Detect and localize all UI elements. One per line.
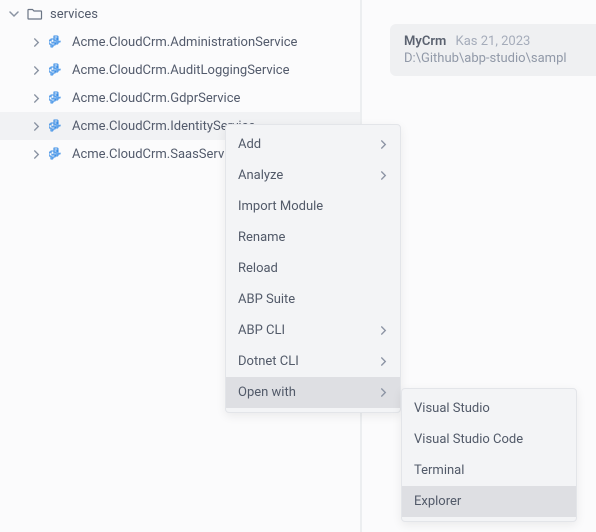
menu-item-label: Dotnet CLI — [238, 354, 299, 369]
module-icon — [48, 33, 66, 51]
chevron-right-icon — [28, 62, 44, 78]
module-icon — [48, 117, 66, 135]
module-icon — [48, 61, 66, 79]
tree-folder-services[interactable]: services — [0, 0, 360, 28]
submenu-item[interactable]: Visual Studio Code — [402, 424, 576, 455]
menu-item-label: Add — [238, 137, 261, 152]
tree-item-label: Acme.CloudCrm.AuditLoggingService — [72, 63, 290, 78]
menu-item[interactable]: Open with — [226, 377, 400, 408]
menu-item-label: ABP Suite — [238, 292, 295, 307]
tree-item-label: Acme.CloudCrm.SaasService — [72, 147, 241, 162]
menu-item[interactable]: ABP Suite — [226, 284, 400, 315]
menu-item[interactable]: Analyze — [226, 160, 400, 191]
menu-item-label: ABP CLI — [238, 323, 285, 338]
menu-item-label: Open with — [238, 385, 296, 400]
submenu-item-label: Visual Studio Code — [414, 432, 523, 447]
module-icon — [48, 89, 66, 107]
context-menu: Add Analyze Import Module Rename Reload ABP S… — [225, 124, 401, 413]
submenu-item-label: Visual Studio — [414, 401, 490, 416]
project-path: D:\Github\abp-studio\sampl — [404, 51, 596, 66]
submenu-item-label: Terminal — [414, 463, 464, 478]
menu-item[interactable]: Dotnet CLI — [226, 346, 400, 377]
tree-item[interactable]: Acme.CloudCrm.AdministrationService — [0, 28, 360, 56]
chevron-right-icon — [28, 118, 44, 134]
menu-item[interactable]: Rename — [226, 222, 400, 253]
chevron-down-icon — [6, 6, 22, 22]
project-card[interactable]: MyCrm Kas 21, 2023 D:\Github\abp-studio\… — [390, 24, 596, 76]
chevron-right-icon — [28, 146, 44, 162]
chevron-right-icon — [379, 386, 388, 400]
tree-item-label: Acme.CloudCrm.AdministrationService — [72, 35, 297, 50]
chevron-right-icon — [379, 355, 388, 369]
submenu-item[interactable]: Terminal — [402, 455, 576, 486]
folder-icon — [26, 5, 44, 23]
project-date: Kas 21, 2023 — [456, 34, 531, 49]
project-info-panel: MyCrm Kas 21, 2023 D:\Github\abp-studio\… — [390, 24, 596, 76]
menu-item[interactable]: Reload — [226, 253, 400, 284]
submenu-item[interactable]: Explorer — [402, 486, 576, 517]
menu-item[interactable]: Import Module — [226, 191, 400, 222]
chevron-right-icon — [28, 34, 44, 50]
menu-item[interactable]: ABP CLI — [226, 315, 400, 346]
context-submenu: Visual Studio Visual Studio Code Terminal E… — [401, 388, 577, 522]
tree-item-label: Acme.CloudCrm.GdprService — [72, 91, 240, 106]
chevron-right-icon — [28, 90, 44, 106]
submenu-item[interactable]: Visual Studio — [402, 393, 576, 424]
tree-folder-label: services — [50, 7, 98, 22]
menu-item-label: Rename — [238, 230, 285, 245]
menu-item-label: Reload — [238, 261, 278, 276]
tree-item[interactable]: Acme.CloudCrm.GdprService — [0, 84, 360, 112]
project-title: MyCrm — [404, 34, 446, 49]
menu-item-label: Import Module — [238, 199, 323, 214]
chevron-right-icon — [379, 169, 388, 183]
submenu-item-label: Explorer — [414, 494, 461, 509]
menu-item[interactable]: Add — [226, 129, 400, 160]
menu-item-label: Analyze — [238, 168, 283, 183]
tree-item[interactable]: Acme.CloudCrm.AuditLoggingService — [0, 56, 360, 84]
chevron-right-icon — [379, 138, 388, 152]
chevron-right-icon — [379, 324, 388, 338]
module-icon — [48, 145, 66, 163]
